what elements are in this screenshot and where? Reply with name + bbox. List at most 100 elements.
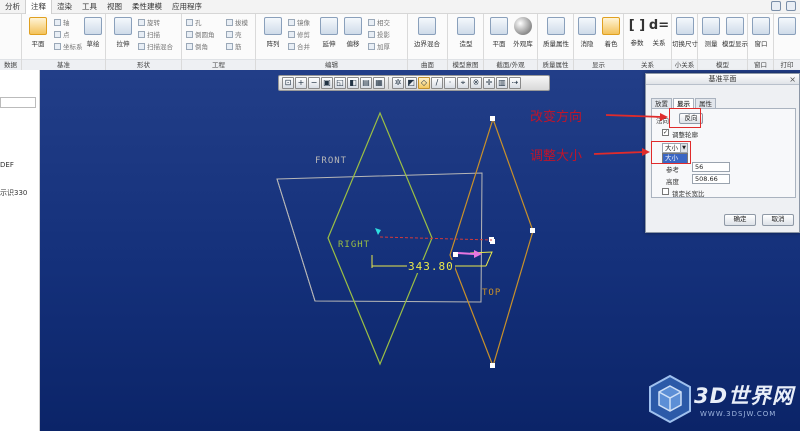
- menubar-right-icons: [771, 1, 796, 11]
- sweep-button[interactable]: 扫描: [138, 30, 160, 40]
- plane-button[interactable]: 平面: [25, 17, 51, 48]
- swept-blend-button[interactable]: 扫描混合: [138, 42, 173, 52]
- tab-display[interactable]: 显示: [673, 98, 694, 108]
- measure-button[interactable]: 测量: [698, 17, 724, 48]
- chamfer-button[interactable]: 倒角: [186, 42, 208, 52]
- drag-handle-bottom[interactable]: [490, 363, 495, 368]
- saved-views-icon[interactable]: ▦: [373, 77, 385, 89]
- menu-flexible-modeling[interactable]: 柔性建模: [127, 0, 167, 14]
- sketch-button[interactable]: 草绘: [80, 17, 106, 48]
- more-display-icon[interactable]: ⇢: [509, 77, 521, 89]
- point-display-icon[interactable]: ·: [444, 77, 456, 89]
- appearance-button[interactable]: 外观库: [510, 17, 536, 48]
- lock-aspect-ratio-checkbox[interactable]: [662, 188, 669, 195]
- menu-tools[interactable]: 工具: [77, 0, 102, 14]
- menu-applications[interactable]: 应用程序: [167, 0, 207, 14]
- help-icon[interactable]: [786, 1, 796, 11]
- adjust-outline-checkbox[interactable]: ✓: [662, 129, 669, 136]
- plane-view-button[interactable]: 平面: [486, 17, 512, 48]
- dialog-title-bar[interactable]: 基准平面 ×: [646, 74, 799, 85]
- rib-button[interactable]: 筋: [226, 42, 242, 52]
- draft-button[interactable]: 拔模: [226, 18, 248, 28]
- menu-bar: 分析 注释 渲染 工具 视图 柔性建模 应用程序: [0, 0, 800, 14]
- trim-button[interactable]: 修剪: [288, 30, 310, 40]
- switch-dimensions-button[interactable]: 切换尺寸: [672, 17, 698, 48]
- height-label: 高度: [666, 178, 679, 186]
- offset-dimension-value[interactable]: 343.80: [407, 260, 455, 273]
- intersect-button[interactable]: 相交: [368, 18, 390, 28]
- perspective-icon[interactable]: ◩: [405, 77, 417, 89]
- merge-button[interactable]: 合并: [288, 42, 310, 52]
- zoom-fit-icon[interactable]: ⊡: [282, 77, 294, 89]
- offset-button[interactable]: 偏移: [340, 17, 366, 48]
- flip-direction-arrow-icon[interactable]: [474, 250, 482, 258]
- axis-button[interactable]: 轴: [54, 18, 70, 28]
- print-button[interactable]: [774, 17, 800, 38]
- zoom-in-icon[interactable]: +: [295, 77, 307, 89]
- group-label-engineering: 工程: [182, 59, 255, 70]
- group-section-appearance: 平面 外观库 截面/外观: [484, 14, 538, 70]
- hole-button[interactable]: 孔: [186, 18, 202, 28]
- revolve-button[interactable]: 旋转: [138, 18, 160, 28]
- project-button[interactable]: 投影: [368, 30, 390, 40]
- shading-icon[interactable]: ◧: [347, 77, 359, 89]
- view-manager-icon[interactable]: ✲: [392, 77, 404, 89]
- point-button[interactable]: 点: [54, 30, 70, 40]
- right-datum-plane[interactable]: [327, 111, 433, 366]
- tree-item-id[interactable]: 示识330: [0, 188, 27, 198]
- height-value-field[interactable]: 508.66: [692, 174, 730, 184]
- menu-render[interactable]: 渲染: [52, 0, 77, 14]
- close-icon[interactable]: ×: [789, 74, 796, 85]
- front-datum-plane[interactable]: [276, 172, 483, 303]
- annotation-display-icon[interactable]: ※: [470, 77, 482, 89]
- dialog-tabs: 放置 显示 属性: [651, 98, 717, 108]
- style-button[interactable]: 造型: [453, 17, 479, 48]
- intersect-icon: [368, 19, 375, 26]
- csys-display-icon[interactable]: ⌖: [457, 77, 469, 89]
- reference-value-field[interactable]: 56: [692, 162, 730, 172]
- group-label-print: 打印: [774, 59, 800, 70]
- extrude-button[interactable]: 拉伸: [110, 17, 136, 48]
- group-window: 窗口 窗口: [748, 14, 774, 70]
- tree-filter-input[interactable]: [0, 97, 36, 108]
- normal-label: 法向: [656, 117, 669, 125]
- refit-icon[interactable]: ▣: [321, 77, 333, 89]
- cancel-button[interactable]: 取消: [762, 214, 794, 226]
- minimize-ribbon-icon[interactable]: [771, 1, 781, 11]
- tab-placement[interactable]: 放置: [651, 98, 672, 108]
- menu-analysis[interactable]: 分析: [0, 0, 25, 14]
- drag-handle-right[interactable]: [530, 228, 535, 233]
- axis-display-icon[interactable]: /: [431, 77, 443, 89]
- swept-blend-icon: [138, 43, 145, 50]
- repaint-icon[interactable]: ◱: [334, 77, 346, 89]
- drag-handle-left[interactable]: [453, 252, 458, 257]
- highlight-flip-button: [669, 108, 701, 128]
- datum-plane-display-icon[interactable]: ◇: [418, 77, 430, 89]
- thicken-button[interactable]: 加厚: [368, 42, 390, 52]
- display-style-icon[interactable]: ▤: [360, 77, 372, 89]
- datum-display-filters-icon[interactable]: ▥: [496, 77, 508, 89]
- shell-button[interactable]: 壳: [226, 30, 242, 40]
- ok-button[interactable]: 确定: [724, 214, 756, 226]
- hidden-button[interactable]: 消隐: [574, 17, 600, 48]
- mass-properties-button[interactable]: 质量属性: [543, 17, 569, 48]
- tree-item-def[interactable]: DEF: [0, 161, 14, 169]
- round-button[interactable]: 倒圆角: [186, 30, 215, 40]
- tab-properties[interactable]: 属性: [695, 98, 716, 108]
- drag-handle-top[interactable]: [490, 116, 495, 121]
- csys-button[interactable]: 坐标系: [54, 42, 83, 52]
- spin-center-icon[interactable]: ✛: [483, 77, 495, 89]
- extend-button[interactable]: 延伸: [316, 17, 342, 48]
- window-button[interactable]: 窗口: [748, 17, 774, 48]
- lock-aspect-ratio-label: 锁定长宽比: [672, 190, 705, 198]
- shaded-button[interactable]: 着色: [598, 17, 624, 48]
- boundary-blend-button[interactable]: 边界混合: [414, 17, 440, 48]
- ruler-icon: [702, 17, 720, 35]
- menu-annotate[interactable]: 注释: [25, 0, 52, 14]
- pattern-button[interactable]: 阵列: [260, 17, 286, 48]
- relations-button[interactable]: d= 关系: [646, 17, 672, 47]
- mirror-button[interactable]: 镜像: [288, 18, 310, 28]
- menu-view[interactable]: 视图: [102, 0, 127, 14]
- zoom-out-icon[interactable]: −: [308, 77, 320, 89]
- model-display-button[interactable]: 模型显示: [722, 17, 748, 48]
